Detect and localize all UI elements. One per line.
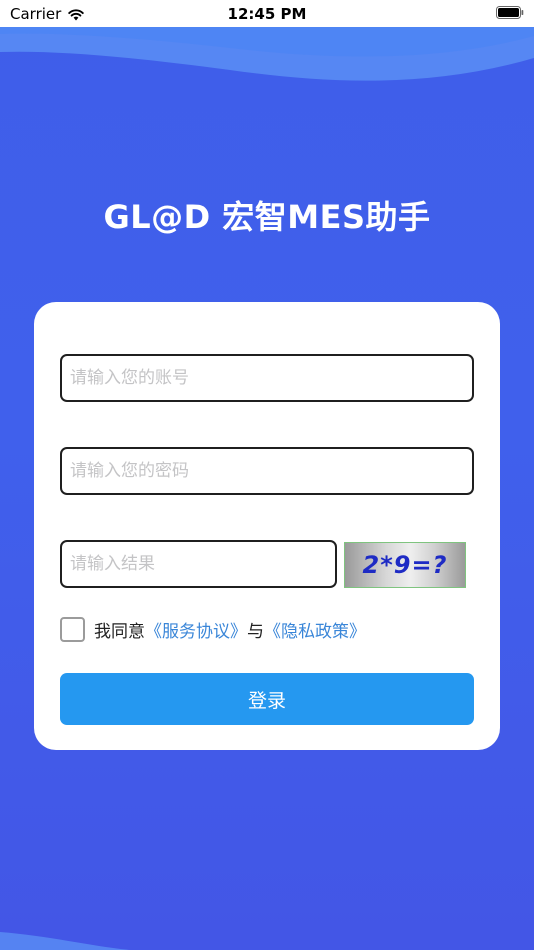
agree-label: 我同意 [94, 621, 145, 642]
account-input[interactable] [62, 356, 472, 400]
login-button[interactable]: 登录 [60, 673, 474, 725]
bottom-wave-decoration [0, 932, 130, 950]
password-field[interactable] [60, 447, 474, 495]
captcha-image[interactable]: 2*9=? [344, 542, 466, 588]
password-input[interactable] [62, 449, 472, 493]
service-agreement-link[interactable]: 《服务协议》 [145, 617, 247, 642]
agree-checkbox[interactable] [60, 616, 85, 642]
captcha-input[interactable] [62, 542, 335, 586]
status-bar: Carrier 12:45 PM [0, 0, 534, 27]
account-field[interactable] [60, 354, 474, 402]
app-title: GL@D 宏智MES助手 [103, 198, 431, 236]
battery-icon [496, 6, 524, 19]
captcha-text: 2*9=? [363, 551, 448, 579]
privacy-policy-link[interactable]: 《隐私政策》 [264, 617, 366, 642]
and-label: 与 [247, 621, 264, 642]
status-time: 12:45 PM [227, 5, 307, 23]
login-card: 2*9=? 我同意 《服务协议》 与 《隐私政策》 登录 [34, 302, 500, 750]
agreement-row: 我同意 《服务协议》 与 《隐私政策》 [60, 615, 366, 643]
captcha-field[interactable] [60, 540, 337, 588]
